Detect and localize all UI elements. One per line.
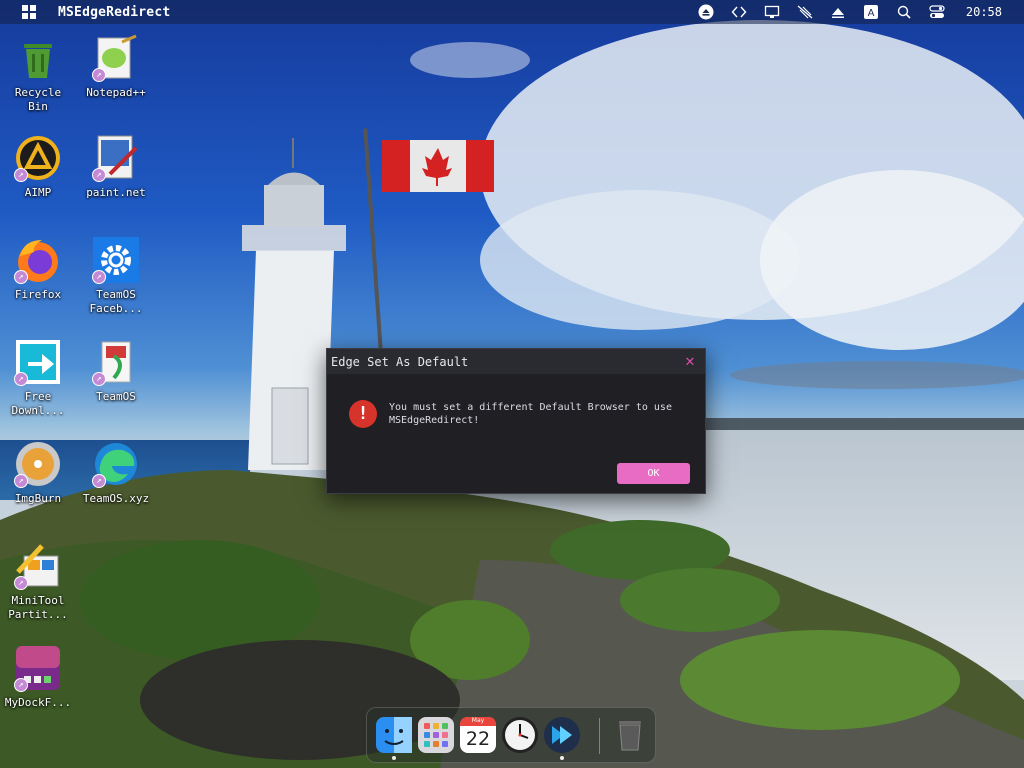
svg-text:A: A [867,8,874,19]
shortcut-arrow-icon: ↗ [92,372,106,386]
running-indicator [560,756,564,760]
teamos-icon: ↗ [92,338,140,386]
eject-icon[interactable] [695,2,717,22]
network-off-icon[interactable] [794,2,816,22]
desktop-icon-paint-net[interactable]: ↗ paint.net [78,134,154,200]
dialog-titlebar[interactable]: Edge Set As Default ✕ [327,349,705,374]
clock-icon[interactable] [501,716,539,754]
clock[interactable]: 20:58 [966,5,1002,19]
desktop-icon-imgburn[interactable]: ↗ ImgBurn [0,440,76,506]
shortcut-arrow-icon: ↗ [14,576,28,590]
finder-icon[interactable] [375,716,413,760]
dialog-title: Edge Set As Default [331,354,469,369]
desktop-icon-label: Recycle Bin [14,86,62,113]
dialog-message: You must set a different Default Browser… [389,402,672,426]
desktop-icon-recycle-bin[interactable]: Recycle Bin [0,34,76,114]
desktop-icon-label: MyDockF... [4,696,72,709]
edge-icon: ↗ [92,440,140,488]
desktop-icon-free-download[interactable]: ↗ Free Downl... [0,338,76,418]
running-indicator [392,756,396,760]
error-icon: ! [349,400,377,428]
keyboard-a-icon[interactable]: A [860,2,882,22]
shortcut-arrow-icon: ↗ [14,270,28,284]
desktop-icon-teamos-facebook[interactable]: ↗ TeamOS Faceb... [78,236,154,316]
shortcut-arrow-icon: ↗ [14,678,28,692]
gear-icon: ↗ [92,236,140,284]
firefox-icon: ↗ [14,236,62,284]
minitool-partition-icon: ↗ [14,542,62,590]
desktop-icon-label: TeamOS Faceb... [89,288,143,315]
desktop-icon-teamos-xyz[interactable]: ↗ TeamOS.xyz [78,440,154,506]
trash-icon[interactable] [611,716,649,754]
desktop-icon-label: TeamOS.xyz [82,492,150,505]
imgburn-icon: ↗ [14,440,62,488]
desktop-icon-label: Notepad++ [86,86,146,99]
desktop-icon-mydock[interactable]: ↗ MyDockF... [0,644,76,710]
calendar-icon[interactable]: May 22 [459,716,497,754]
shortcut-arrow-icon: ↗ [92,68,106,82]
app-arrow-icon[interactable] [543,716,581,760]
monitor-icon[interactable] [761,2,783,22]
calendar-day: 22 [465,728,491,750]
shortcut-arrow-icon: ↗ [14,372,28,386]
code-brackets-icon[interactable] [728,2,750,22]
desktop-icon-aimp[interactable]: ↗ AIMP [0,134,76,200]
recycle-bin-icon [14,34,62,82]
close-icon[interactable]: ✕ [683,353,697,369]
toggle-icon[interactable] [926,2,948,22]
shortcut-arrow-icon: ↗ [92,168,106,182]
launchpad-icon[interactable] [417,716,455,754]
desktop-icon-teamos[interactable]: ↗ TeamOS [78,338,154,404]
top-bar: MSEdgeRedirect A 20:58 [0,0,1024,24]
system-tray: A 20:58 [684,0,1024,24]
desktop-icon-label: TeamOS [96,390,136,403]
edge-set-default-dialog: Edge Set As Default ✕ ! You must set a d… [326,348,706,494]
shortcut-arrow-icon: ↗ [92,270,106,284]
desktop-icon-firefox[interactable]: ↗ Firefox [0,236,76,302]
aimp-icon: ↗ [14,134,62,182]
mydock-icon: ↗ [14,644,62,692]
desktop-icon-label: MiniTool Partit... [8,594,68,621]
windows-start-icon[interactable] [22,5,36,19]
desktop-icon-label: ImgBurn [14,492,62,505]
active-app-title: MSEdgeRedirect [58,4,171,20]
desktop-icon-label: Firefox [14,288,62,301]
desktop-icon-label: paint.net [86,186,146,199]
up-arrow-icon[interactable] [827,2,849,22]
dock: May 22 [366,707,656,763]
notepad-plus-plus-icon: ↗ [92,34,140,82]
paint-net-icon: ↗ [92,134,140,182]
dialog-body: ! You must set a different Default Brows… [327,374,705,494]
desktop-icon-minitool-partition[interactable]: ↗ MiniTool Partit... [0,542,76,622]
desktop-icon-label: Free Downl... [11,390,65,417]
free-download-icon: ↗ [14,338,62,386]
shortcut-arrow-icon: ↗ [14,474,28,488]
desktop-icon-notepad-plus-plus[interactable]: ↗ Notepad++ [78,34,154,100]
search-icon[interactable] [893,2,915,22]
shortcut-arrow-icon: ↗ [14,168,28,182]
dock-separator [599,718,600,754]
desktop-icon-label: AIMP [24,186,52,199]
shortcut-arrow-icon: ↗ [92,474,106,488]
calendar-month: May [471,717,485,724]
ok-button[interactable]: OK [617,463,690,484]
